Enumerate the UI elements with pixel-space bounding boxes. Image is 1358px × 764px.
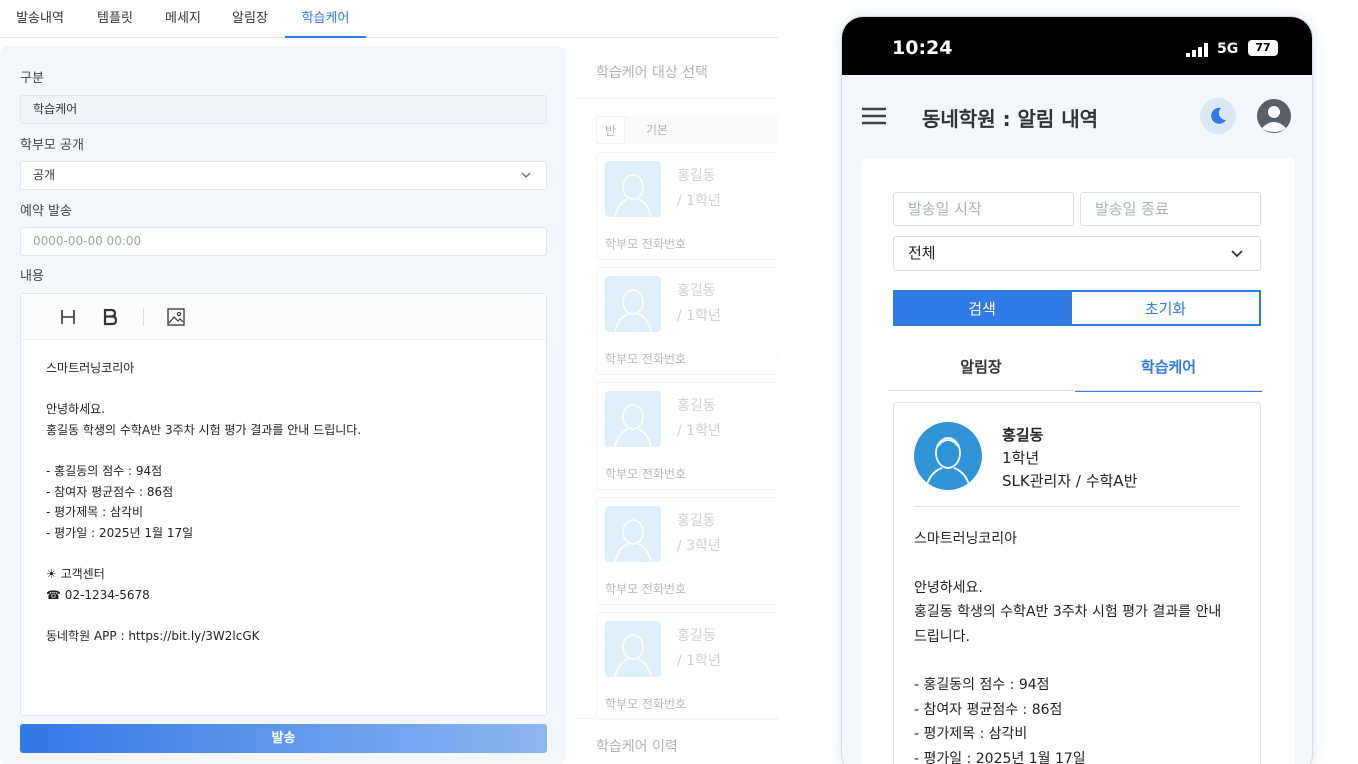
card-phone-value: 010 <box>777 582 778 593</box>
chevron-down-icon <box>1231 250 1243 258</box>
card-phone-label: 학부모 전화번호 <box>605 467 687 481</box>
card-student-name: 홍길동 <box>677 398 716 414</box>
content-label: 내용 <box>20 269 44 284</box>
card-student-grade: / 1학년 <box>677 193 721 209</box>
avatar <box>605 161 661 217</box>
toolbar-divider <box>143 308 144 326</box>
card-phone-value: 010 <box>777 237 778 248</box>
person-icon <box>614 519 652 562</box>
card-student-name: 홍길동 <box>677 513 716 529</box>
student-card[interactable]: 홍길동 / 1학년학부모 전화번호 010 <box>596 382 778 490</box>
category-label: 구분 <box>20 71 44 86</box>
tab-basic[interactable]: 기본 <box>646 116 668 144</box>
card-student-grade: / 3학년 <box>677 538 721 554</box>
signal-icon <box>1186 43 1208 57</box>
divider <box>576 718 778 719</box>
end-date-input[interactable]: 발송일 종료 <box>1080 192 1261 226</box>
parent-public-value: 공개 <box>33 168 56 182</box>
student-grade: 1학년 <box>1002 449 1040 467</box>
menu-icon[interactable] <box>861 106 887 126</box>
category-field: 학습케어 <box>20 95 547 124</box>
card-student-name: 홍길동 <box>677 628 716 644</box>
tab-notice[interactable]: 알림장 <box>224 0 276 38</box>
card-phone-label: 학부모 전화번호 <box>605 352 687 366</box>
filter-select[interactable]: 전체 <box>893 236 1261 271</box>
card-student-grade: / 1학년 <box>677 308 721 324</box>
battery-icon: 77 <box>1248 40 1278 56</box>
person-icon <box>614 289 652 332</box>
status-time: 10:24 <box>892 37 953 59</box>
card-phone-value: 010 <box>777 697 778 708</box>
person-icon <box>614 404 652 447</box>
card-phone-value: 010 <box>777 352 778 363</box>
bold-icon[interactable] <box>101 306 119 328</box>
person-icon <box>614 634 652 677</box>
card-student-grade: / 1학년 <box>677 653 721 669</box>
card-student-name: 홍길동 <box>677 283 716 299</box>
phone-preview: 10:24 5G 77 동네학원 : 알림 내역 발송일 시작 발송일 종료 전… <box>841 16 1313 764</box>
card-student-name: 홍길동 <box>677 168 716 184</box>
avatar <box>605 391 661 447</box>
start-date-input[interactable]: 발송일 시작 <box>893 192 1074 226</box>
history-title: 학습케어 이력 <box>596 739 678 755</box>
parent-public-label: 학부모 공개 <box>20 138 84 153</box>
tab-send-history[interactable]: 발송내역 <box>8 0 72 38</box>
tab-learning-care[interactable]: 학습케어 <box>1075 352 1262 392</box>
avatar <box>605 276 661 332</box>
card-phone-label: 학부모 전화번호 <box>605 582 687 596</box>
student-card[interactable]: 홍길동 / 3학년학부모 전화번호 010 <box>596 497 778 605</box>
heading-icon[interactable] <box>59 306 77 328</box>
student-name: 홍길동 <box>1002 426 1044 444</box>
card-student-grade: / 1학년 <box>677 423 721 439</box>
chevron-down-icon <box>521 172 531 178</box>
app-title: 동네학원 : 알림 내역 <box>922 107 1099 131</box>
card-phone-label: 학부모 전화번호 <box>605 697 687 711</box>
filter-select-value: 전체 <box>908 244 936 262</box>
network-label: 5G <box>1217 41 1239 57</box>
tab-class[interactable]: 반 <box>596 116 626 144</box>
avatar <box>914 422 982 490</box>
editor-content[interactable]: 스마트러닝코리아 안녕하세요. 홍길동 학생의 수학A반 3주차 시험 평가 결… <box>46 358 361 646</box>
student-card[interactable]: 홍길동 / 1학년학부모 전화번호 010 <box>596 612 778 720</box>
tab-template[interactable]: 템플릿 <box>88 0 142 38</box>
student-card[interactable]: 홍길동 / 1학년학부모 전화번호 010 <box>596 267 778 375</box>
person-icon <box>614 174 652 217</box>
dark-mode-button[interactable] <box>1200 98 1236 134</box>
target-tabs: 반 기본 <box>596 116 778 144</box>
person-icon <box>925 437 971 489</box>
tab-divider <box>888 390 1262 391</box>
reserve-label: 예약 발송 <box>20 204 72 219</box>
student-class: SLK관리자 / 수학A반 <box>1002 472 1138 490</box>
search-button[interactable]: 검색 <box>893 290 1071 326</box>
card-phone-label: 학부모 전화번호 <box>605 237 687 251</box>
image-icon[interactable] <box>166 306 186 328</box>
moon-icon <box>1211 107 1226 124</box>
avatar <box>605 506 661 562</box>
reset-button[interactable]: 초기화 <box>1070 290 1261 326</box>
card-divider <box>914 506 1240 507</box>
tab-learning-care[interactable]: 학습케어 <box>285 0 366 38</box>
message-card: 홍길동 1학년 SLK관리자 / 수학A반 스마트러닝코리아 안녕하세요. 홍길… <box>893 402 1261 764</box>
send-button[interactable]: 발송 <box>20 724 547 753</box>
top-tabs: 발송내역 템플릿 메세지 알림장 학습케어 <box>0 0 778 38</box>
content-editor[interactable]: 스마트러닝코리아 안녕하세요. 홍길동 학생의 수학A반 3주차 시험 평가 결… <box>20 293 547 716</box>
parent-public-select[interactable]: 공개 <box>20 161 547 190</box>
tab-message[interactable]: 메세지 <box>158 0 208 38</box>
message-body: 스마트러닝코리아 안녕하세요. 홍길동 학생의 수학A반 3주차 시험 평가 결… <box>914 531 1222 764</box>
target-panel-title: 학습케어 대상 선택 <box>596 65 708 81</box>
user-avatar-icon[interactable] <box>1256 98 1292 134</box>
avatar <box>605 621 661 677</box>
divider <box>576 98 778 99</box>
card-phone-value: 010 <box>777 467 778 478</box>
target-select-panel: 학습케어 대상 선택 반 기본 홍길동/ 1학년학부모 전화번호010홍길동/ … <box>576 46 778 764</box>
status-bar: 10:24 5G 77 <box>842 17 1312 75</box>
tab-notice[interactable]: 알림장 <box>888 352 1074 392</box>
student-card[interactable]: 홍길동 / 1학년학부모 전화번호 010 <box>596 152 778 260</box>
reserve-datetime-input[interactable]: 0000-00-00 00:00 <box>20 227 547 256</box>
editor-toolbar <box>21 294 546 340</box>
